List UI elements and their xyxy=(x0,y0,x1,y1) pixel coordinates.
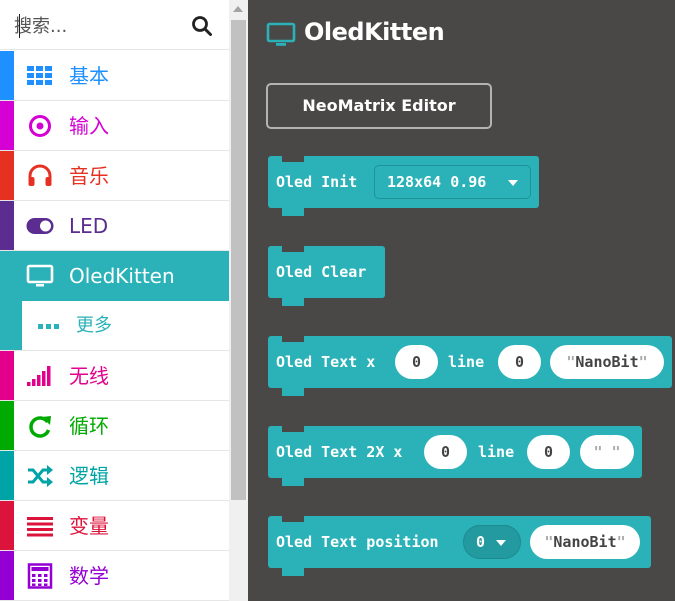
text-string-input[interactable]: " " xyxy=(580,435,634,469)
category-label: 音乐 xyxy=(69,164,109,188)
category-label: 循环 xyxy=(69,414,109,438)
shuffle-icon xyxy=(28,465,53,487)
grid-icon xyxy=(27,66,52,85)
category-color-stripe xyxy=(0,101,14,150)
quote-mark: " xyxy=(638,353,648,371)
line-number-input[interactable]: 0 xyxy=(527,435,570,469)
scrollbar-thumb[interactable] xyxy=(231,20,246,500)
string-value xyxy=(602,443,611,461)
toggle-icon xyxy=(26,218,54,234)
category-basic[interactable]: 基本 xyxy=(0,51,229,101)
block-notch xyxy=(282,335,304,342)
oled-text-block[interactable]: Oled Text x 0 line 0 "NanoBit" xyxy=(268,335,672,396)
search-input[interactable] xyxy=(14,12,184,40)
flyout-title-text: OledKitten xyxy=(304,18,445,46)
neomatrix-editor-button[interactable]: NeoMatrix Editor xyxy=(266,83,492,129)
category-color-stripe xyxy=(0,401,14,450)
category-label: 逻辑 xyxy=(69,464,109,488)
block-text: line xyxy=(478,443,515,461)
block-tab xyxy=(282,388,304,396)
block-tab xyxy=(282,568,304,576)
block-text: Oled Text 2X x xyxy=(276,443,403,461)
block-text: Oled Init xyxy=(276,173,358,191)
oled-text-2x-block[interactable]: Oled Text 2X x 0 line 0 " " xyxy=(268,425,642,486)
sidebar-scrollbar[interactable] xyxy=(229,0,248,601)
category-color-stripe xyxy=(0,151,14,200)
text-string-input[interactable]: "NanoBit" xyxy=(550,345,664,379)
category-led[interactable]: LED xyxy=(0,201,229,251)
category-color-stripe xyxy=(0,301,22,350)
category-label: 基本 xyxy=(69,64,109,88)
category-label: 变量 xyxy=(69,514,109,538)
block-text: Oled Text x xyxy=(276,353,376,371)
refresh-icon xyxy=(29,416,51,438)
dropdown-value: 0 xyxy=(476,533,486,551)
category-variables[interactable]: 变量 xyxy=(0,501,229,551)
category-color-stripe xyxy=(0,551,14,600)
toolbox-sidebar: 基本 输入 音乐 LED OledKitten xyxy=(0,0,229,601)
quote-mark: " xyxy=(616,533,626,551)
category-label: 更多 xyxy=(76,315,112,336)
oled-clear-block[interactable]: Oled Clear xyxy=(268,245,385,306)
category-label: 无线 xyxy=(69,364,109,388)
screen-size-dropdown[interactable]: 128x64 0.96 xyxy=(374,165,531,199)
category-label: 输入 xyxy=(69,114,109,138)
string-value: NanoBit xyxy=(575,353,639,371)
search-icon[interactable] xyxy=(191,15,213,37)
category-loops[interactable]: 循环 xyxy=(0,401,229,451)
dropdown-arrow-icon xyxy=(496,540,506,546)
category-label: OledKitten xyxy=(69,264,175,288)
more-dots-icon xyxy=(38,324,59,329)
block-notch xyxy=(282,425,304,432)
category-radio[interactable]: 无线 xyxy=(0,351,229,401)
category-color-stripe xyxy=(0,351,14,400)
headphones-icon xyxy=(28,164,52,186)
x-number-input[interactable]: 0 xyxy=(424,435,467,469)
target-icon xyxy=(29,115,51,137)
block-tab xyxy=(282,478,304,486)
position-dropdown[interactable]: 0 xyxy=(463,525,521,559)
category-color-stripe xyxy=(0,201,14,250)
block-text: Oled Clear xyxy=(276,263,367,281)
category-color-stripe xyxy=(0,51,14,100)
text-string-input[interactable]: "NanoBit" xyxy=(530,525,640,559)
scroll-up-arrow[interactable] xyxy=(233,6,243,12)
category-label: LED xyxy=(69,214,109,238)
list-lines-icon xyxy=(27,517,53,537)
block-tab xyxy=(282,298,304,306)
category-color-stripe xyxy=(0,501,14,550)
block-tab xyxy=(282,208,304,216)
block-text: Oled Text position xyxy=(276,533,439,551)
text-caret xyxy=(19,14,20,38)
calculator-icon xyxy=(27,563,53,589)
block-notch xyxy=(282,515,304,522)
category-color-stripe xyxy=(0,451,14,500)
category-label: 数学 xyxy=(69,564,109,588)
monitor-icon xyxy=(266,22,296,46)
category-oledkitten[interactable]: OledKitten xyxy=(0,251,229,301)
block-flyout: OledKitten NeoMatrix Editor Oled Init 12… xyxy=(248,0,675,601)
category-input[interactable]: 输入 xyxy=(0,101,229,151)
category-math[interactable]: 数学 xyxy=(0,551,229,601)
block-notch xyxy=(282,155,304,162)
block-notch xyxy=(282,245,304,252)
string-value: NanoBit xyxy=(553,533,617,551)
x-number-input[interactable]: 0 xyxy=(395,345,438,379)
oled-text-position-block[interactable]: Oled Text position 0 "NanoBit" xyxy=(268,515,651,576)
category-logic[interactable]: 逻辑 xyxy=(0,451,229,501)
dropdown-value: 128x64 0.96 xyxy=(387,173,487,191)
dropdown-arrow-icon xyxy=(508,180,518,186)
monitor-icon xyxy=(26,264,54,287)
search-bar xyxy=(0,0,229,50)
block-text: line xyxy=(448,353,485,371)
oled-init-block[interactable]: Oled Init 128x64 0.96 xyxy=(268,155,539,216)
category-oledkitten-more[interactable]: 更多 xyxy=(0,301,229,351)
signal-bars-icon xyxy=(27,366,51,386)
line-number-input[interactable]: 0 xyxy=(498,345,541,379)
category-music[interactable]: 音乐 xyxy=(0,151,229,201)
quote-mark: " xyxy=(611,443,621,461)
